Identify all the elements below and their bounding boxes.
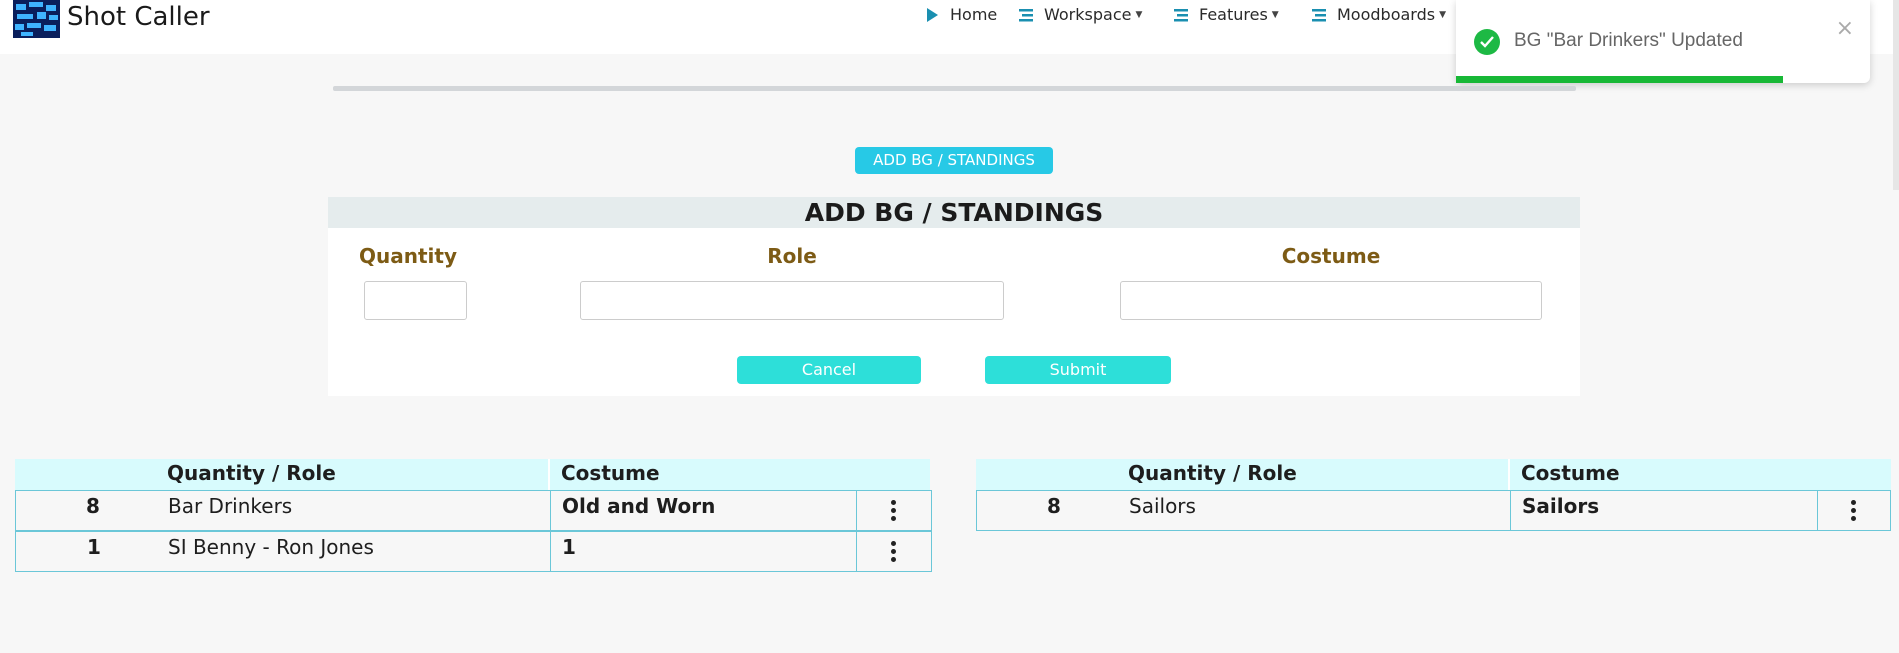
nav-workspace-label: Workspace xyxy=(1044,5,1132,24)
chevron-down-icon: ▼ xyxy=(1439,9,1446,20)
menu-icon xyxy=(1019,8,1033,21)
nav-home[interactable]: Home xyxy=(924,5,997,24)
nav-features[interactable]: Features ▼ xyxy=(1173,5,1279,24)
table-header: Quantity / Role Costume xyxy=(976,459,1891,491)
add-bg-standings-button[interactable]: ADD BG / STANDINGS xyxy=(855,147,1053,174)
more-options-icon[interactable] xyxy=(891,500,897,524)
more-options-icon[interactable] xyxy=(891,541,897,565)
table-header: Quantity / Role Costume xyxy=(15,459,930,491)
table-row: 8 Bar Drinkers Old and Worn xyxy=(15,490,932,531)
row-role: Sailors xyxy=(1129,494,1196,518)
form-title: ADD BG / STANDINGS xyxy=(328,197,1580,228)
table-row: 1 SI Benny - Ron Jones 1 xyxy=(15,531,932,572)
success-toast: BG "Bar Drinkers" Updated × xyxy=(1456,0,1870,83)
toast-message: BG "Bar Drinkers" Updated xyxy=(1514,30,1743,51)
app-logo[interactable] xyxy=(13,0,60,38)
add-bg-form: ADD BG / STANDINGS Quantity Role Costume… xyxy=(328,197,1580,396)
scrollbar[interactable] xyxy=(1893,0,1899,190)
nav-home-label: Home xyxy=(950,5,998,24)
row-costume: 1 xyxy=(562,535,576,559)
section-divider xyxy=(333,86,1576,91)
quantity-role-header: Quantity / Role xyxy=(1128,461,1297,485)
row-role: Bar Drinkers xyxy=(168,494,293,518)
row-quantity: 1 xyxy=(87,535,101,559)
app-title[interactable]: Shot Caller xyxy=(67,2,210,32)
submit-button[interactable]: Submit xyxy=(985,356,1171,384)
nav-moodboards[interactable]: Moodboards ▼ xyxy=(1311,5,1446,24)
quantity-role-header: Quantity / Role xyxy=(167,461,336,485)
play-icon xyxy=(927,7,938,22)
costume-header: Costume xyxy=(561,461,660,485)
nav-workspace[interactable]: Workspace ▼ xyxy=(1018,5,1142,24)
chevron-down-icon: ▼ xyxy=(1271,9,1279,20)
row-costume: Old and Worn xyxy=(562,494,716,518)
table-row: 8 Sailors Sailors xyxy=(976,490,1891,531)
nav-moodboards-label: Moodboards xyxy=(1337,5,1436,24)
quantity-label: Quantity xyxy=(359,244,457,268)
close-icon[interactable]: × xyxy=(1836,16,1854,41)
costume-label: Costume xyxy=(1281,244,1381,268)
check-circle-icon xyxy=(1474,29,1500,55)
toast-progress-bar xyxy=(1456,76,1784,83)
menu-icon xyxy=(1174,8,1188,21)
cancel-button[interactable]: Cancel xyxy=(737,356,921,384)
role-label: Role xyxy=(767,244,817,268)
costume-input[interactable] xyxy=(1120,281,1542,320)
row-quantity: 8 xyxy=(1047,494,1061,518)
nav-features-label: Features xyxy=(1199,5,1268,24)
row-role: SI Benny - Ron Jones xyxy=(168,535,374,559)
more-options-icon[interactable] xyxy=(1851,500,1857,524)
quantity-input[interactable] xyxy=(364,281,467,320)
row-costume: Sailors xyxy=(1522,494,1600,518)
row-quantity: 8 xyxy=(86,494,100,518)
role-input[interactable] xyxy=(580,281,1004,320)
menu-icon xyxy=(1312,8,1326,21)
chevron-down-icon: ▼ xyxy=(1135,9,1143,20)
costume-header: Costume xyxy=(1521,461,1620,485)
